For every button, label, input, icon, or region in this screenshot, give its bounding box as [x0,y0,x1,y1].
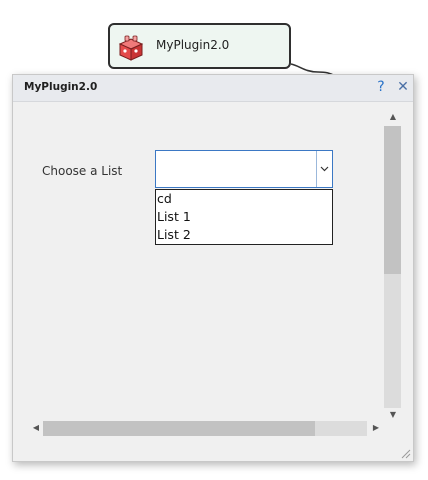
dialog-content: Choose a List cd List 1 List 2 ▲ ▼ ◀ ▶ [13,102,413,461]
combo-dropdown-button[interactable] [316,151,332,187]
scroll-down-icon[interactable]: ▼ [386,410,400,419]
horizontal-scroll-thumb[interactable] [43,421,315,436]
dialog-title: MyPlugin2.0 [24,81,98,93]
resize-grip-icon[interactable] [399,447,411,459]
help-button[interactable]: ? [374,78,388,96]
dropdown-option-list-1[interactable]: List 1 [156,208,332,226]
scroll-left-icon[interactable]: ◀ [29,423,43,432]
vertical-scroll-thumb[interactable] [384,126,401,274]
vertical-scroll-track[interactable] [384,126,401,408]
horizontal-scroll-track[interactable] [43,421,367,436]
horizontal-scrollbar[interactable]: ◀ ▶ [29,420,381,438]
close-button[interactable]: ✕ [396,78,410,96]
choose-list-label: Choose a List [42,164,123,178]
dropdown-option-cd[interactable]: cd [156,190,332,208]
plugin-cube-icon [118,35,144,61]
dialog-titlebar[interactable]: MyPlugin2.0 ? ✕ [13,75,413,102]
dropdown-option-list-2[interactable]: List 2 [156,226,332,244]
node-label: MyPlugin2.0 [156,38,230,52]
scroll-up-icon[interactable]: ▲ [386,112,400,121]
scroll-right-icon[interactable]: ▶ [369,423,383,432]
plugin-node[interactable]: MyPlugin2.0 [108,23,291,69]
dropdown-list: cd List 1 List 2 [155,189,333,245]
plugin-dialog: MyPlugin2.0 ? ✕ Choose a List cd List 1 … [12,74,414,462]
chevron-down-icon [320,166,329,172]
list-combobox[interactable] [155,150,333,188]
vertical-scrollbar[interactable]: ▲ ▼ [384,112,402,422]
